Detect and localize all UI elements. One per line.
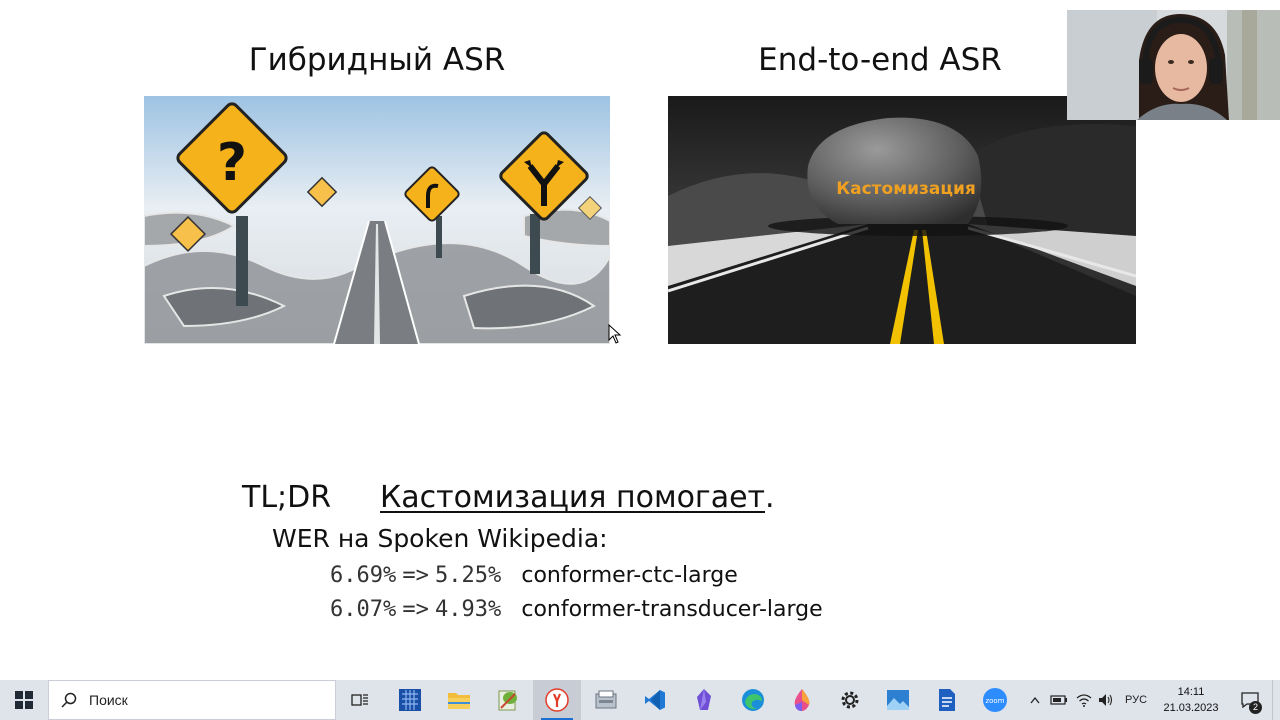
clock-time: 14:11 — [1177, 686, 1205, 698]
windows-taskbar: Поиск zoom РУС 14:11 21.03.2023 2 — [0, 680, 1280, 720]
photos-button[interactable] — [874, 680, 922, 720]
model-name: conformer-transducer-large — [521, 597, 823, 622]
notepad-plus-plus-icon — [498, 690, 517, 711]
hybrid-asr-title: Гибридный ASR — [248, 42, 506, 78]
webcam-overlay — [1067, 10, 1280, 120]
volume-button[interactable] — [1096, 680, 1116, 720]
edge-button[interactable] — [729, 680, 777, 720]
taskbar-clock[interactable]: 14:11 21.03.2023 — [1158, 684, 1224, 716]
speaker-icon — [1099, 694, 1113, 706]
result-row: 6.69% => 5.25% conformer-ctc-large — [330, 562, 738, 588]
paint-app-button[interactable] — [778, 680, 826, 720]
wer-arrow: => — [402, 563, 429, 588]
yandex-browser-button[interactable] — [533, 680, 581, 720]
scanner-app-button[interactable] — [582, 680, 630, 720]
chevron-up-icon — [1030, 696, 1040, 704]
crossroads-signs-image: ? — [144, 96, 610, 344]
wer-after: 5.25% — [434, 563, 502, 588]
notification-center-button[interactable]: 2 — [1232, 680, 1268, 720]
tldr-label: TL;DR — [242, 480, 332, 515]
search-icon — [49, 680, 89, 720]
battery-button[interactable] — [1048, 680, 1070, 720]
windows-logo-icon — [15, 691, 33, 709]
wer-before: 6.07% — [330, 597, 397, 622]
zoom-app-button[interactable]: zoom — [971, 680, 1019, 720]
edge-icon — [742, 689, 764, 711]
paint-icon — [794, 689, 810, 711]
mouse-cursor-icon — [608, 324, 622, 344]
svg-text:zoom: zoom — [985, 697, 1004, 705]
wifi-icon — [1076, 694, 1092, 707]
settings-button[interactable] — [826, 680, 874, 720]
customization-caption: Кастомизация — [836, 179, 976, 199]
show-desktop-button[interactable] — [1272, 680, 1280, 720]
vscode-button[interactable] — [631, 680, 679, 720]
wer-after: 4.93% — [434, 597, 502, 622]
show-hidden-icons-button[interactable] — [1026, 680, 1044, 720]
obsidian-button[interactable] — [680, 680, 728, 720]
search-placeholder: Поиск — [89, 692, 128, 708]
notepad-plus-plus-button[interactable] — [484, 680, 532, 720]
notification-count-badge: 2 — [1249, 701, 1262, 714]
document-icon — [939, 689, 955, 711]
model-name: conformer-ctc-large — [521, 563, 738, 588]
file-explorer-icon — [448, 693, 470, 709]
yandex-browser-icon — [545, 688, 569, 712]
tldr-row: TL;DR Кастомизация помогает. — [242, 480, 775, 515]
network-button[interactable] — [1074, 680, 1094, 720]
tldr-text: Кастомизация помогает — [380, 480, 766, 515]
file-explorer-button[interactable] — [435, 680, 483, 720]
settings-gear-icon — [841, 691, 859, 709]
vscode-icon — [645, 690, 665, 710]
input-language-button[interactable]: РУС — [1120, 680, 1152, 720]
scanner-app-icon — [595, 690, 617, 709]
document-button[interactable] — [923, 680, 971, 720]
calculator-app-button[interactable] — [386, 680, 434, 720]
wer-arrow: => — [402, 597, 429, 622]
wer-before: 6.69% — [330, 563, 397, 588]
result-row: 6.07% => 4.93% conformer-transducer-larg… — [330, 596, 823, 622]
end-to-end-asr-title: End-to-end ASR — [758, 42, 1002, 78]
start-button[interactable] — [0, 680, 48, 720]
tldr-period: . — [765, 480, 775, 515]
wer-title: WER на Spoken Wikipedia: — [272, 524, 608, 553]
task-view-icon — [351, 694, 368, 706]
taskbar-search-box[interactable]: Поиск — [48, 680, 336, 720]
calculator-icon — [399, 689, 421, 711]
boulder-on-road-image: Кастомизация — [668, 96, 1136, 344]
obsidian-icon — [697, 689, 711, 710]
zoom-icon: zoom — [983, 688, 1007, 712]
battery-icon — [1050, 695, 1067, 705]
task-view-button[interactable] — [336, 680, 384, 720]
photos-icon — [887, 690, 909, 710]
svg-text:?: ? — [217, 133, 247, 193]
clock-date: 21.03.2023 — [1163, 702, 1219, 714]
